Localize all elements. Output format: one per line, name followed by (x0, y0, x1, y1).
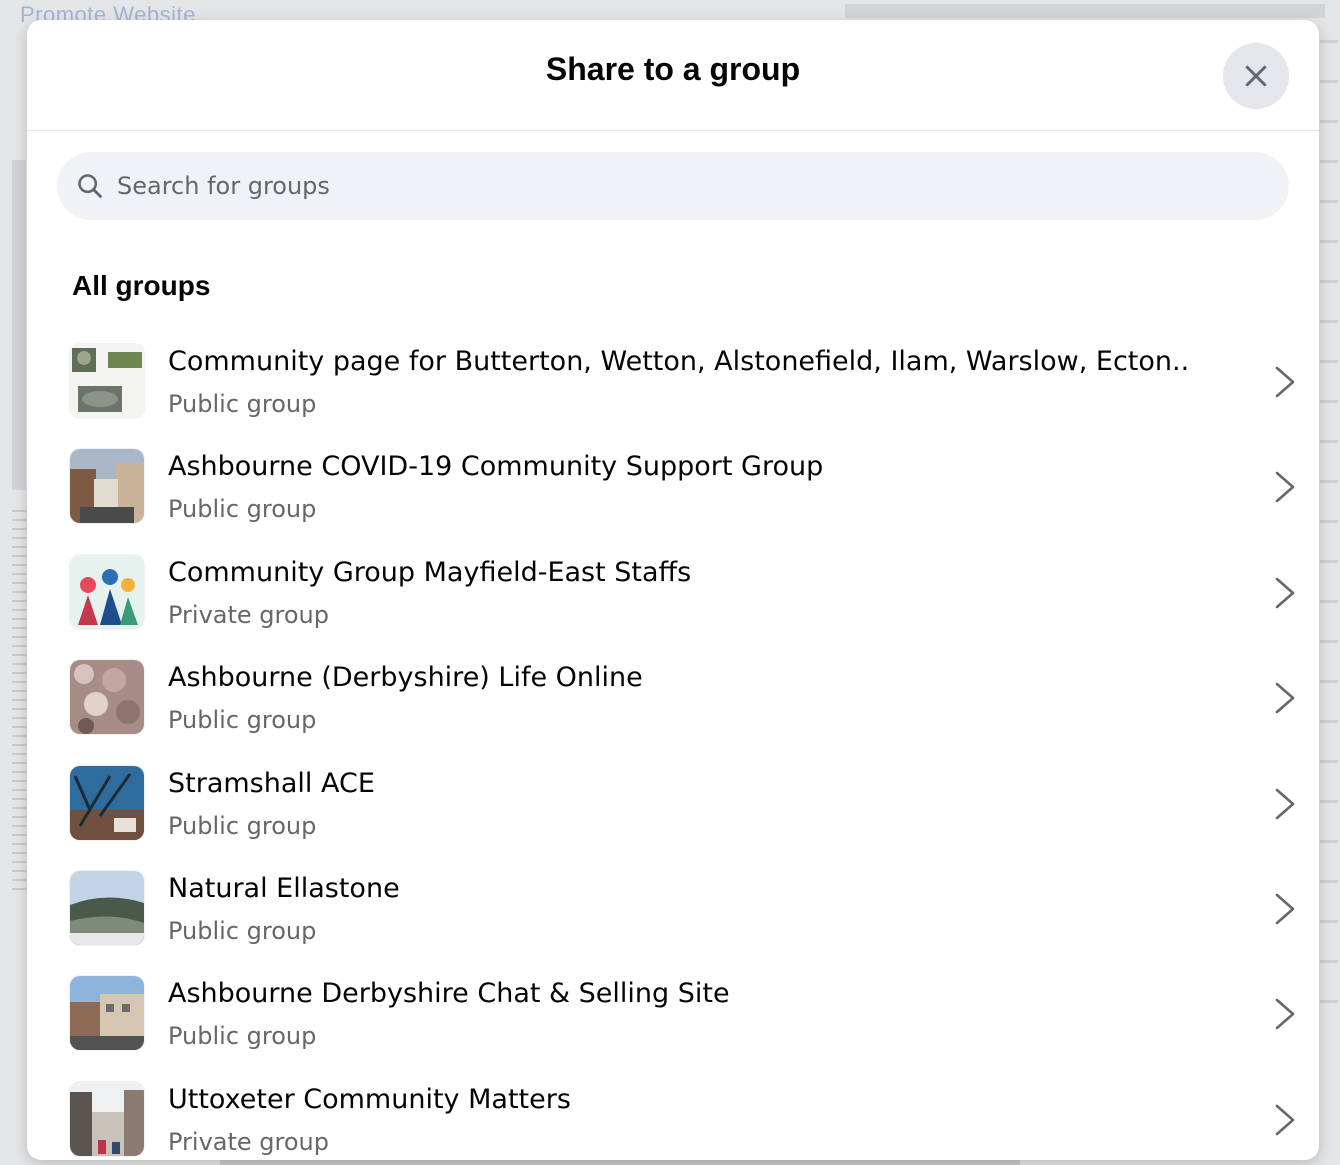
group-name: Ashbourne COVID-19 Community Support Gro… (168, 451, 824, 483)
group-privacy-label: Public group (168, 1022, 317, 1051)
group-name: Stramshall ACE (168, 767, 375, 799)
chevron-right-icon (1265, 467, 1301, 507)
section-heading: All groups (72, 270, 211, 301)
chevron-right-icon (1265, 573, 1301, 613)
close-button[interactable] (1223, 43, 1289, 109)
dialog-header: Share to a group (27, 20, 1319, 131)
group-item[interactable]: Community Group Mayfield-East Staffs Pri… (57, 539, 1307, 644)
group-avatar (70, 344, 144, 418)
background-lines (1320, 40, 1338, 1040)
chevron-right-icon (1265, 1100, 1301, 1140)
group-name: Ashbourne Derbyshire Chat & Selling Site (168, 978, 730, 1010)
group-item[interactable]: Ashbourne COVID-19 Community Support Gro… (57, 433, 1307, 538)
group-privacy-label: Public group (168, 495, 317, 524)
group-name: Ashbourne (Derbyshire) Life Online (168, 662, 643, 694)
background-lines (12, 510, 28, 890)
dialog-title: Share to a group (545, 51, 801, 87)
group-item[interactable]: Natural Ellastone Public group (57, 855, 1307, 960)
close-icon (1245, 65, 1267, 87)
search-icon (75, 171, 105, 201)
group-avatar (70, 765, 144, 840)
chevron-right-icon (1265, 678, 1301, 718)
group-avatar (70, 976, 144, 1051)
group-name: Uttoxeter Community Matters (168, 1083, 571, 1115)
group-privacy-label: Public group (168, 390, 317, 418)
group-item[interactable]: Uttoxeter Community Matters Private grou… (57, 1066, 1307, 1160)
search-input[interactable] (115, 155, 1219, 217)
group-list: Community page for Butterton, Wetton, Al… (57, 328, 1307, 1160)
group-name: Community Group Mayfield-East Staffs (168, 556, 692, 588)
group-privacy-label: Private group (168, 600, 330, 629)
group-name: Natural Ellastone (168, 872, 400, 904)
group-privacy-label: Private group (168, 1127, 330, 1156)
chevron-right-icon (1265, 362, 1301, 402)
group-avatar (70, 449, 144, 524)
group-avatar (70, 870, 144, 945)
chevron-right-icon (1265, 889, 1301, 929)
share-to-group-dialog: Share to a group All groups (27, 20, 1319, 1160)
group-item[interactable]: Stramshall ACE Public group (57, 750, 1307, 855)
group-privacy-label: Public group (168, 916, 317, 945)
group-name: Community page for Butterton, Wetton, Al… (168, 346, 1190, 377)
group-item[interactable]: Community page for Butterton, Wetton, Al… (57, 328, 1307, 433)
group-privacy-label: Public group (168, 811, 317, 840)
chevron-right-icon (1265, 784, 1301, 824)
group-avatar (70, 660, 144, 735)
search-box[interactable] (57, 152, 1289, 220)
chevron-right-icon (1265, 994, 1301, 1034)
group-avatar (70, 1081, 144, 1156)
group-item[interactable]: Ashbourne (Derbyshire) Life Online Publi… (57, 644, 1307, 749)
background-strip (12, 160, 26, 490)
background-strip (845, 4, 1325, 18)
group-avatar (70, 554, 144, 629)
group-item[interactable]: Ashbourne Derbyshire Chat & Selling Site… (57, 960, 1307, 1065)
group-privacy-label: Public group (168, 706, 317, 735)
